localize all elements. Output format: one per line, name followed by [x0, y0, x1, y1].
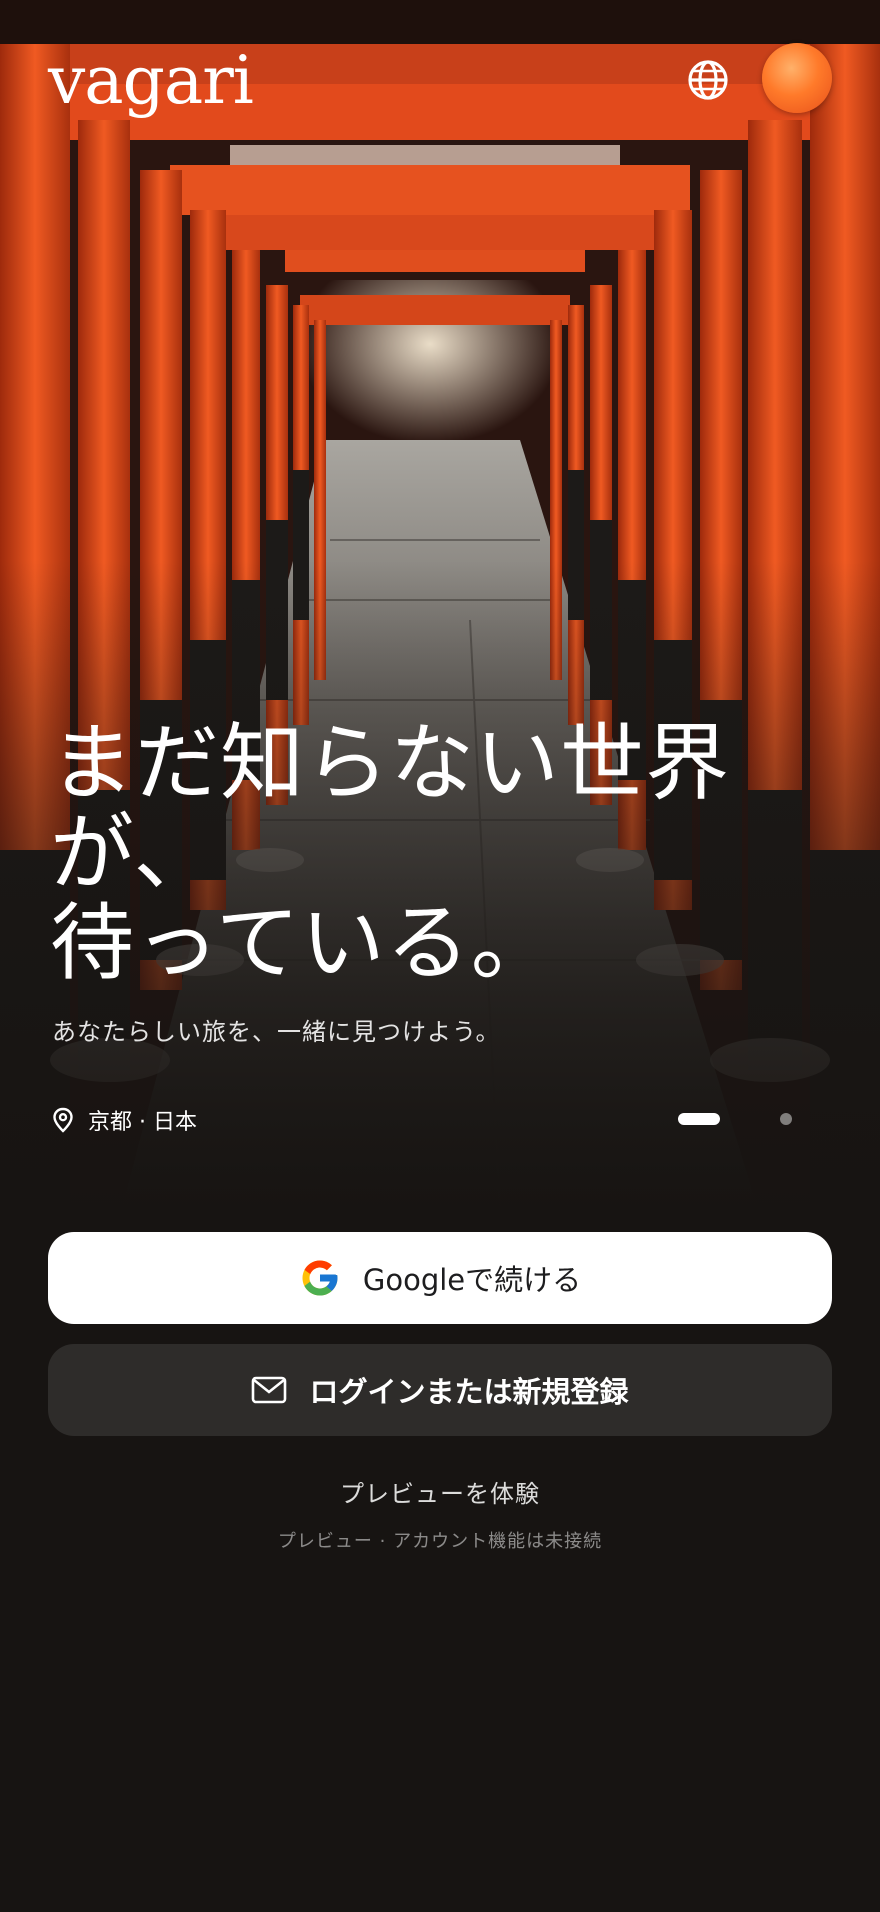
location-tag: 京都 · 日本: [52, 1104, 197, 1136]
status-bar: [0, 0, 880, 44]
location-pin-icon: [53, 1107, 73, 1133]
preview-footnote: プレビュー · アカウント機能は未接続: [277, 1531, 603, 1552]
app-logo: vagari: [48, 42, 254, 119]
headline-line-2: が、: [50, 804, 219, 902]
carousel-indicator: [678, 1112, 794, 1126]
headline-line-1: まだ知らない世界: [50, 714, 731, 812]
carousel-dot[interactable]: [780, 1113, 792, 1125]
language-button[interactable]: [684, 56, 732, 104]
login-register-button[interactable]: ログインまたは新規登録: [48, 1344, 832, 1436]
location-label: 京都 · 日本: [88, 1110, 197, 1135]
login-register-label: ログインまたは新規登録: [309, 1375, 629, 1409]
hero-subtitle: あなたらしい旅を、一緒に見つけよう。: [52, 1018, 501, 1046]
google-logo-icon: [302, 1260, 338, 1296]
hero-headline: まだ知らない世界 が、 待っている。: [50, 718, 750, 988]
preview-link[interactable]: プレビューを体験: [0, 1474, 880, 1509]
google-signin-button[interactable]: Googleで続ける: [48, 1232, 832, 1324]
globe-icon: [688, 60, 728, 100]
mail-icon: [252, 1376, 287, 1404]
headline-line-3: 待っている。: [50, 894, 556, 992]
google-signin-label: Googleで続ける: [362, 1263, 582, 1297]
carousel-dot-active[interactable]: [678, 1113, 720, 1125]
avatar[interactable]: [762, 43, 832, 113]
